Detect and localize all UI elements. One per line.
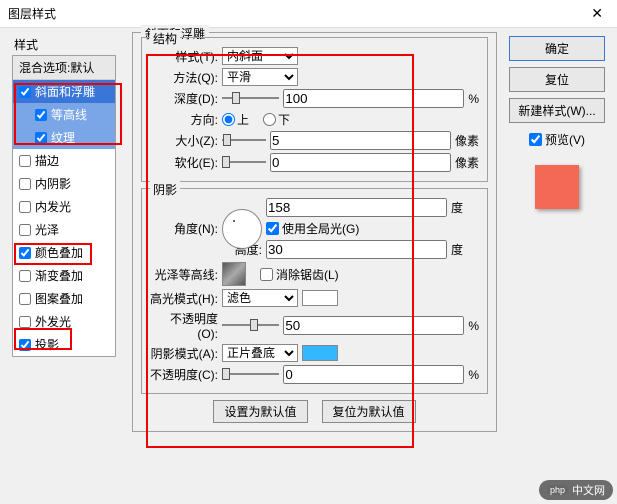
depth-input[interactable] [283,89,464,108]
new-style-button[interactable]: 新建样式(W)... [509,98,605,123]
style-color-overlay[interactable]: 颜色叠加 [13,241,115,264]
style-gradient-overlay-checkbox[interactable] [19,270,31,282]
size-slider[interactable] [222,134,266,148]
shading-fieldset: 阴影 角度(N): 度 使用全局光(G) 高度: 度 [141,188,488,394]
gloss-contour-label: 光泽等高线: [150,266,218,283]
antialiased-checkbox[interactable]: 消除锯齿(L) [260,266,339,283]
shading-legend: 阴影 [150,181,180,198]
style-color-overlay-checkbox[interactable] [19,247,31,259]
style-drop-shadow[interactable]: 投影 [13,333,115,356]
shadow-mode-label: 阴影模式(A): [150,345,218,362]
style-label: 样式(T): [150,48,218,65]
structure-legend: 结构 [150,30,180,47]
style-inner-glow-checkbox[interactable] [19,201,31,213]
shadow-opacity-input[interactable] [283,365,464,384]
style-satin[interactable]: 光泽 [13,218,115,241]
style-drop-shadow-checkbox[interactable] [19,339,31,351]
close-icon[interactable]: ✕ [585,5,609,22]
soften-slider[interactable] [222,156,266,170]
dialog-buttons-column: 确定 复位 新建样式(W)... 预览(V) [505,28,617,504]
shadow-color-swatch[interactable] [302,345,338,361]
style-bevel-emboss[interactable]: 斜面和浮雕 [13,80,115,103]
php-badge-icon: php [547,485,568,495]
soften-unit: 像素 [455,154,479,171]
gloss-contour-picker[interactable] [222,262,246,286]
style-texture[interactable]: 纹理 [13,126,115,149]
watermark: php 中文网 [539,480,613,500]
blending-options-default[interactable]: 混合选项:默认 [13,56,115,80]
style-gradient-overlay[interactable]: 渐变叠加 [13,264,115,287]
depth-slider[interactable] [222,92,279,106]
window-title: 图层样式 [8,5,56,22]
style-stroke[interactable]: 描边 [13,149,115,172]
styles-column: 样式 混合选项:默认 斜面和浮雕 等高线 纹理 描边 内阴影 内发光 光泽 颜色… [0,28,124,504]
method-label: 方法(Q): [150,69,218,86]
style-outer-glow-checkbox[interactable] [19,316,31,328]
shadow-opacity-label: 不透明度(C): [150,366,218,383]
set-default-button[interactable]: 设置为默认值 [213,400,307,423]
structure-fieldset: 结构 样式(T): 内斜面 方法(Q): 平滑 深度(D): % 方向: [141,37,488,182]
reset-default-button[interactable]: 复位为默认值 [322,400,416,423]
titlebar: 图层样式 ✕ [0,0,617,28]
soften-input[interactable] [270,153,451,172]
styles-panel: 混合选项:默认 斜面和浮雕 等高线 纹理 描边 内阴影 内发光 光泽 颜色叠加 … [12,55,116,357]
highlight-color-swatch[interactable] [302,290,338,306]
size-label: 大小(Z): [150,132,218,149]
highlight-mode-label: 高光模式(H): [150,290,218,307]
preview-checkbox[interactable]: 预览(V) [509,131,605,148]
direction-up[interactable]: 上 [222,111,249,128]
style-select[interactable]: 内斜面 [222,47,298,65]
highlight-mode-select[interactable]: 滤色 [222,289,298,307]
content: 样式 混合选项:默认 斜面和浮雕 等高线 纹理 描边 内阴影 内发光 光泽 颜色… [0,28,617,504]
preview-thumbnail [528,158,586,216]
bevel-fieldset: 斜面和浮雕 结构 样式(T): 内斜面 方法(Q): 平滑 深度(D): % [132,32,497,432]
highlight-opacity-input[interactable] [283,316,464,335]
style-texture-checkbox[interactable] [35,132,47,144]
angle-wheel[interactable] [222,209,262,249]
ok-button[interactable]: 确定 [509,36,605,61]
style-contour[interactable]: 等高线 [13,103,115,126]
angle-label: 角度(N): [150,220,218,237]
style-satin-checkbox[interactable] [19,224,31,236]
size-input[interactable] [270,131,451,150]
altitude-input[interactable] [266,240,447,259]
style-stroke-checkbox[interactable] [19,155,31,167]
angle-input[interactable] [266,198,447,217]
styles-label: 样式 [14,36,116,53]
size-unit: 像素 [455,132,479,149]
style-outer-glow[interactable]: 外发光 [13,310,115,333]
direction-down[interactable]: 下 [263,111,290,128]
depth-unit: % [468,92,479,106]
highlight-opacity-slider[interactable] [222,319,279,333]
reset-button[interactable]: 复位 [509,67,605,92]
style-contour-checkbox[interactable] [35,109,47,121]
style-pattern-overlay[interactable]: 图案叠加 [13,287,115,310]
watermark-text: 中文网 [572,482,605,498]
style-inner-shadow[interactable]: 内阴影 [13,172,115,195]
highlight-opacity-label: 不透明度(O): [150,310,218,341]
settings-column: 斜面和浮雕 结构 样式(T): 内斜面 方法(Q): 平滑 深度(D): % [124,28,505,504]
shadow-opacity-slider[interactable] [222,368,279,382]
shadow-mode-select[interactable]: 正片叠底 [222,344,298,362]
depth-label: 深度(D): [150,90,218,107]
style-pattern-overlay-checkbox[interactable] [19,293,31,305]
soften-label: 软化(E): [150,154,218,171]
method-select[interactable]: 平滑 [222,68,298,86]
style-inner-shadow-checkbox[interactable] [19,178,31,190]
direction-label: 方向: [150,111,218,128]
preview-texture-icon [535,165,579,209]
global-light-checkbox[interactable]: 使用全局光(G) [266,220,463,237]
style-bevel-checkbox[interactable] [19,86,31,98]
style-inner-glow[interactable]: 内发光 [13,195,115,218]
